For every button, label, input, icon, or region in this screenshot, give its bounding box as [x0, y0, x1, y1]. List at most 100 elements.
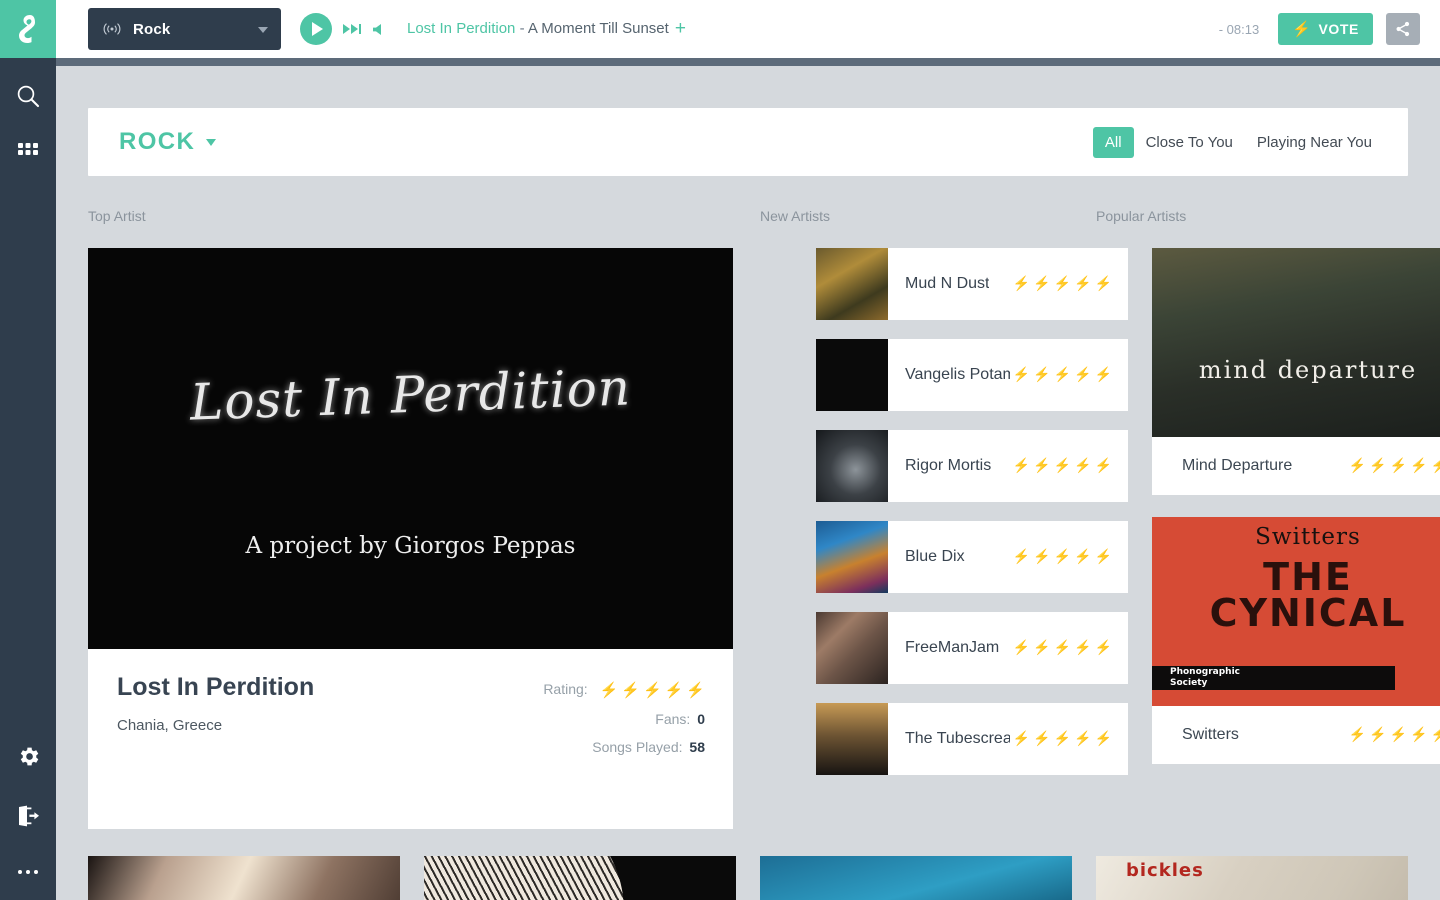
skip-forward-icon	[343, 23, 361, 36]
now-playing-artist: Lost In Perdition	[407, 20, 515, 37]
rating-bolts[interactable]: ⚡⚡⚡⚡⚡	[1010, 639, 1128, 657]
rating-bolts[interactable]: ⚡⚡⚡⚡⚡	[1010, 457, 1128, 475]
popular-artist-row: Mind Departure ⚡⚡⚡⚡⚡	[1152, 437, 1440, 495]
stat-rating-label: Rating:	[543, 681, 587, 697]
rating-bolts[interactable]: ⚡⚡⚡⚡⚡	[1346, 457, 1440, 475]
sidebar-item-logout[interactable]	[0, 788, 56, 844]
sidebar-item-browse[interactable]	[0, 124, 56, 180]
skip-forward-button[interactable]	[343, 23, 361, 36]
artist-thumbnail	[816, 703, 888, 775]
artist-card[interactable]	[760, 856, 1072, 900]
top-bar: Rock Lost In Perdition - A Moment Till S…	[0, 0, 1440, 58]
sidebar-item-settings[interactable]	[0, 728, 56, 784]
sidebar	[0, 58, 56, 900]
jukebox-logo-icon	[17, 14, 39, 44]
chevron-down-icon	[258, 27, 268, 33]
artist-carousel-row: Eleftheri bickles	[88, 856, 1440, 900]
popular-artist-card[interactable]: mind departure Mind Departure ⚡⚡⚡⚡⚡	[1152, 248, 1440, 495]
artist-card[interactable]: Eleftheri	[424, 856, 736, 900]
top-artist-cover-subtitle: A project by Giorgos Peppas	[88, 533, 733, 559]
sidebar-item-more[interactable]	[0, 844, 56, 900]
sidebar-item-search[interactable]	[0, 68, 56, 124]
rating-bolts[interactable]: ⚡⚡⚡⚡⚡	[1010, 366, 1128, 384]
artist-card[interactable]: bickles	[1096, 856, 1408, 900]
top-artist-cover-title: Lost In Perdition	[88, 355, 733, 435]
column-label-popular-artists: Popular Artists	[1096, 208, 1186, 224]
rating-bolts[interactable]: ⚡⚡⚡⚡⚡	[1346, 726, 1440, 744]
artist-cover-text: Switters	[1152, 524, 1440, 550]
artist-cover-image: Switters THECYNICAL PhonographicSociety	[1152, 517, 1440, 706]
artist-thumbnail	[816, 339, 888, 411]
vote-button[interactable]: ⚡ VOTE	[1278, 13, 1373, 45]
rating-bolts[interactable]: ⚡⚡⚡⚡⚡	[1010, 730, 1128, 748]
stat-fans-value: 0	[697, 711, 705, 727]
rating-bolts[interactable]: ⚡⚡⚡⚡⚡	[597, 676, 705, 705]
top-artist-card[interactable]: Lost In Perdition A project by Giorgos P…	[88, 248, 733, 829]
list-item[interactable]: The Tubescreame… ⚡⚡⚡⚡⚡	[816, 703, 1128, 775]
rating-bolts[interactable]: ⚡⚡⚡⚡⚡	[1010, 275, 1128, 293]
list-item-label: FreeManJam	[905, 639, 999, 657]
list-item[interactable]: Rigor Mortis ⚡⚡⚡⚡⚡	[816, 430, 1128, 502]
new-artists-list: Mud N Dust ⚡⚡⚡⚡⚡ Vangelis Potamia… ⚡⚡⚡⚡⚡…	[816, 248, 1128, 794]
artist-thumbnail	[816, 612, 888, 684]
now-playing: Lost In Perdition - A Moment Till Sunset…	[407, 18, 686, 40]
top-artist-location: Chania, Greece	[117, 717, 314, 734]
list-item[interactable]: Vangelis Potamia… ⚡⚡⚡⚡⚡	[816, 339, 1128, 411]
list-item-label: The Tubescreame…	[905, 730, 1010, 748]
station-selector[interactable]: Rock	[88, 8, 281, 50]
volume-button[interactable]	[372, 23, 385, 36]
main-content: ROCK All Close To You Playing Near You T…	[56, 66, 1440, 900]
list-item[interactable]: Mud N Dust ⚡⚡⚡⚡⚡	[816, 248, 1128, 320]
volume-icon	[372, 23, 385, 36]
filter-all[interactable]: All	[1093, 127, 1134, 158]
rating-bolts[interactable]: ⚡⚡⚡⚡⚡	[1010, 548, 1128, 566]
stat-songs-played: Songs Played: 58	[543, 733, 705, 761]
list-item-label: Blue Dix	[905, 548, 965, 566]
stat-songs-played-label: Songs Played:	[592, 739, 682, 755]
vote-button-label: VOTE	[1318, 21, 1359, 37]
top-artist-meta: Lost In Perdition Chania, Greece Rating:…	[88, 649, 733, 761]
radio-icon	[102, 22, 122, 36]
stat-songs-played-value: 58	[689, 739, 705, 755]
now-playing-separator: -	[515, 20, 528, 37]
filter-close-to-you[interactable]: Close To You	[1134, 127, 1245, 158]
filter-playing-near-you[interactable]: Playing Near You	[1245, 127, 1384, 158]
top-artist-name: Lost In Perdition	[117, 673, 314, 702]
list-item[interactable]: Blue Dix ⚡⚡⚡⚡⚡	[816, 521, 1128, 593]
top-artist-stats: Rating: ⚡⚡⚡⚡⚡ Fans: 0 Songs Played: 58	[543, 673, 705, 761]
bolt-icon: ⚡	[1292, 20, 1311, 38]
list-item[interactable]: FreeManJam ⚡⚡⚡⚡⚡	[816, 612, 1128, 684]
logout-icon	[16, 805, 40, 827]
artist-cover-text: mind departure	[1152, 356, 1440, 384]
gear-icon	[16, 744, 41, 769]
top-artist-cover: Lost In Perdition A project by Giorgos P…	[88, 248, 733, 649]
time-remaining: - 08:13	[1219, 22, 1259, 37]
column-label-top-artist: Top Artist	[88, 208, 146, 224]
share-icon	[1395, 21, 1411, 37]
more-icon	[16, 868, 40, 876]
artist-cover-badge: PhonographicSociety	[1152, 666, 1395, 690]
artist-cover-text: bickles	[1126, 860, 1204, 881]
transport-controls	[300, 13, 385, 45]
artist-cover-art: THECYNICAL	[1152, 559, 1440, 632]
top-bar-actions: - 08:13 ⚡ VOTE	[1219, 13, 1440, 45]
page-header: ROCK All Close To You Playing Near You	[88, 108, 1408, 176]
header-divider	[56, 58, 1440, 66]
popular-artist-name: Mind Departure	[1182, 457, 1292, 475]
artist-thumbnail	[816, 248, 888, 320]
popular-artist-name: Switters	[1182, 726, 1239, 744]
plus-icon[interactable]: +	[675, 18, 686, 39]
play-button[interactable]	[300, 13, 332, 45]
stat-fans: Fans: 0	[543, 705, 705, 733]
share-button[interactable]	[1386, 13, 1420, 45]
stat-rating: Rating: ⚡⚡⚡⚡⚡	[543, 675, 705, 705]
artist-cover-image: mind departure	[1152, 248, 1440, 437]
chevron-down-icon[interactable]	[206, 139, 216, 146]
search-icon	[15, 83, 41, 109]
artist-card[interactable]	[88, 856, 400, 900]
grid-icon	[16, 140, 40, 164]
column-label-new-artists: New Artists	[760, 208, 830, 224]
popular-artist-card[interactable]: Switters THECYNICAL PhonographicSociety …	[1152, 517, 1440, 764]
list-item-label: Rigor Mortis	[905, 457, 991, 475]
app-logo[interactable]	[0, 0, 56, 58]
